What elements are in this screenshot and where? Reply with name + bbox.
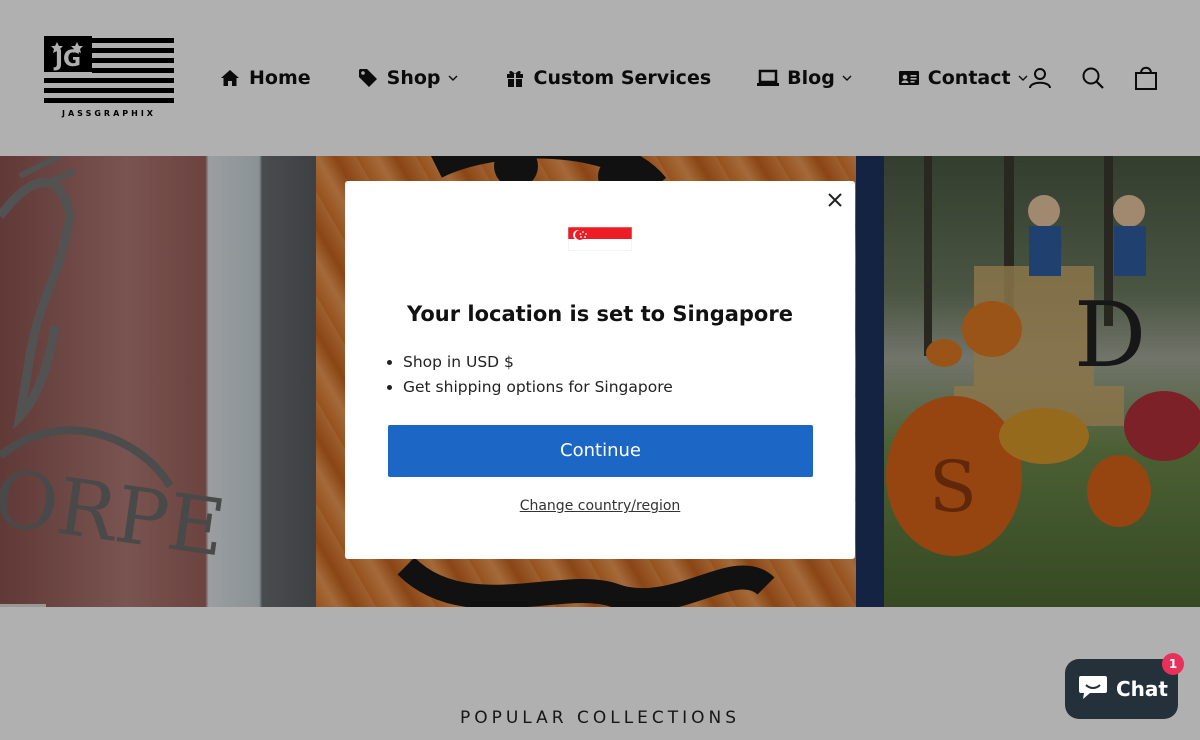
modal-bullet-list: Shop in USD $ Get shipping options for S… [403, 353, 673, 403]
modal-title: Your location is set to Singapore [407, 302, 793, 326]
chat-bubble-icon [1078, 674, 1108, 704]
chat-button[interactable]: Chat [1065, 659, 1178, 719]
bullet-shipping: Get shipping options for Singapore [403, 378, 673, 396]
singapore-flag-icon [567, 226, 633, 252]
bullet-currency: Shop in USD $ [403, 353, 673, 371]
chat-label: Chat [1116, 677, 1168, 701]
chat-notification-badge: 1 [1162, 653, 1184, 675]
continue-button[interactable]: Continue [388, 425, 813, 477]
location-modal: Your location is set to Singapore Shop i… [345, 181, 855, 559]
close-icon[interactable] [825, 190, 845, 210]
change-country-link[interactable]: Change country/region [345, 498, 855, 514]
